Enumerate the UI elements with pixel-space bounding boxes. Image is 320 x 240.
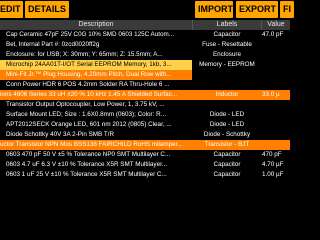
description-cell: Bel, Internal Part #: 0zcd0020ff2g <box>6 41 100 48</box>
labels-cell: Memory - EEPROM <box>199 61 255 68</box>
table-row[interactable]: Microchip 24AA01T-I/OT Serial EEPROM Mem… <box>0 60 290 70</box>
labels-cell: Capacitor <box>213 151 241 158</box>
labels-cell: Enclosure <box>212 51 241 58</box>
table-header: Description Labels Value <box>0 20 290 30</box>
labels-cell <box>193 100 261 110</box>
table-row[interactable]: 0603 1 uF 25 V ±10 % Tolerance X5R SMT M… <box>0 170 290 180</box>
labels-cell: Diode - Schottky <box>203 131 251 138</box>
value-cell: 33.0 µ <box>262 91 280 98</box>
description-cell: 0603 1 uF 25 V ±10 % Tolerance X5R SMT M… <box>6 171 167 178</box>
table-row[interactable]: 0603 470 pF 50 V ±5 % Tolerance NP0 SMT … <box>0 150 290 160</box>
labels-cell <box>193 70 261 80</box>
value-cell <box>262 100 290 110</box>
table-row[interactable]: Cap Ceramic 47pF 25V C0G 10% SMD 0603 12… <box>0 30 290 40</box>
import-button[interactable]: IMPORT <box>195 1 233 18</box>
value-cell: 470 pF <box>262 151 282 158</box>
labels-cell: Diode - LED <box>209 111 245 118</box>
description-cell: 0603 4.7 uF 6.3 V ±10 % Tolerance X5R SM… <box>6 161 168 168</box>
description-cell: Transistor Output Optocoupler, Low Power… <box>6 101 165 108</box>
description-cell: Cap Ceramic 47pF 25V C0G 10% SMD 0603 12… <box>6 31 174 38</box>
description-cell: 0603 470 pF 50 V ±5 % Tolerance NP0 SMT … <box>6 151 171 158</box>
toolbar: EDIT DETAILS IMPORT EXPORT FI <box>0 0 294 19</box>
labels-cell: Diode - LED <box>209 121 245 128</box>
table-row[interactable]: APT2012SECK Orange LED, 601 nm 2012 (080… <box>0 120 290 130</box>
value-cell <box>262 120 290 130</box>
details-button[interactable]: DETAILS <box>25 1 69 18</box>
description-cell: Mini-Fit Jr.™ Plug Housing, 4.20mm Pitch… <box>6 71 172 78</box>
description-cell: Microchip 24AA01T-I/OT Serial EEPROM Mem… <box>6 61 172 68</box>
filter-button[interactable]: FI <box>280 1 294 18</box>
value-cell: 1.00 µF <box>262 171 284 178</box>
value-cell <box>262 110 290 120</box>
table-row[interactable]: uctor Transistor NPN Mos BSS138 FAIRCHIL… <box>0 140 290 150</box>
labels-cell: Transistor - BJT <box>204 141 250 148</box>
labels-cell: Capacitor <box>213 171 241 178</box>
value-cell <box>262 40 290 50</box>
parts-table-body: Cap Ceramic 47pF 25V C0G 10% SMD 0603 12… <box>0 30 290 230</box>
value-cell <box>262 80 290 90</box>
labels-cell: Capacitor <box>213 31 241 38</box>
description-cell: Conn Power HDR 6 POS 4.2mm Solder RA Thr… <box>6 81 170 88</box>
description-cell: ions 4606 Series 33 uH ±20 % 10 kHz 1.45… <box>0 91 178 98</box>
description-cell: Enclosure: for USB; X: 30mm; Y: 65mm; Z:… <box>6 51 163 58</box>
table-row[interactable]: 0603 4.7 uF 6.3 V ±10 % Tolerance X5R SM… <box>0 160 290 170</box>
description-cell: APT2012SECK Orange LED, 601 nm 2012 (080… <box>6 121 172 128</box>
labels-cell <box>193 80 261 90</box>
table-row[interactable]: Enclosure: for USB; X: 30mm; Y: 65mm; Z:… <box>0 50 290 60</box>
table-row[interactable]: Transistor Output Optocoupler, Low Power… <box>0 100 290 110</box>
column-header-description[interactable]: Description <box>0 20 192 30</box>
value-cell <box>262 60 290 70</box>
value-cell <box>262 140 290 150</box>
description-cell: Surface Mount LED; Size : 1.6X0.8mm (060… <box>6 111 166 118</box>
value-cell: 4.70 µF <box>262 161 284 168</box>
edit-button[interactable]: EDIT <box>0 1 23 18</box>
value-cell <box>262 130 290 140</box>
value-cell <box>262 70 290 80</box>
table-row[interactable]: Conn Power HDR 6 POS 4.2mm Solder RA Thr… <box>0 80 290 90</box>
description-cell: Diode Schottky 40V 3A 2-Pin SMB T/R <box>6 131 115 138</box>
column-header-value[interactable]: Value <box>262 20 290 30</box>
labels-cell: Inductor <box>215 91 239 98</box>
column-header-labels[interactable]: Labels <box>193 20 261 30</box>
value-cell <box>262 50 290 60</box>
export-button[interactable]: EXPORT <box>236 1 278 18</box>
table-row[interactable]: Diode Schottky 40V 3A 2-Pin SMB T/R Diode… <box>0 130 290 140</box>
labels-cell: Fuse - Resettable <box>202 41 252 48</box>
description-cell: uctor Transistor NPN Mos BSS138 FAIRCHIL… <box>0 141 183 148</box>
table-row[interactable]: Mini-Fit Jr.™ Plug Housing, 4.20mm Pitch… <box>0 70 290 80</box>
table-row[interactable]: Surface Mount LED; Size : 1.6X0.8mm (060… <box>0 110 290 120</box>
table-row[interactable]: ions 4606 Series 33 uH ±20 % 10 kHz 1.45… <box>0 90 290 100</box>
labels-cell: Capacitor <box>213 161 241 168</box>
value-cell: 47.0 pF <box>262 31 284 38</box>
table-row[interactable]: Bel, Internal Part #: 0zcd0020ff2g Fuse -… <box>0 40 290 50</box>
